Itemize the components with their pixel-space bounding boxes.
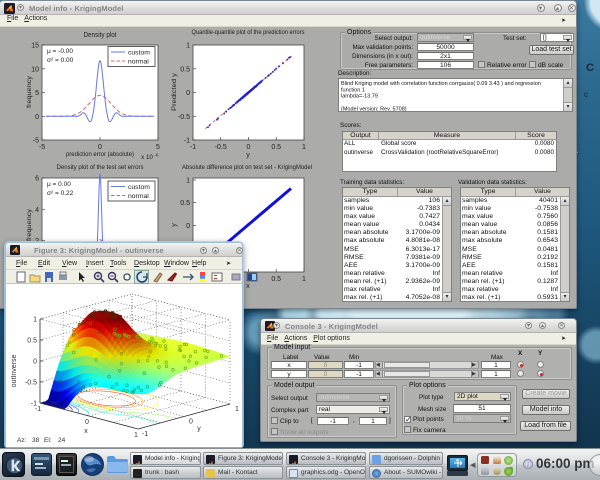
svg-text:24: 24: [58, 437, 66, 444]
svg-text:5: 5: [35, 90, 39, 97]
svg-text:-6: -6: [155, 153, 159, 158]
svg-text:y: y: [197, 426, 201, 433]
svg-text:1: 1: [302, 276, 306, 283]
svg-text:μ = -0.00: μ = -0.00: [47, 48, 73, 55]
svg-text:σ² = 0.00: σ² = 0.00: [47, 57, 74, 64]
svg-text:0: 0: [33, 359, 37, 366]
svg-text:-0.5: -0.5: [215, 144, 227, 151]
svg-text:1: 1: [134, 432, 138, 439]
svg-text:1: 1: [33, 317, 37, 324]
svg-text:Az:: Az:: [17, 437, 27, 444]
svg-text:1: 1: [302, 144, 306, 151]
svg-text:-1: -1: [142, 431, 148, 438]
svg-text:-0.5: -0.5: [178, 114, 190, 121]
svg-text:0.5: 0.5: [271, 144, 281, 151]
svg-text:custom: custom: [128, 184, 150, 191]
svg-text:1: 1: [186, 43, 190, 50]
svg-text:10: 10: [31, 66, 39, 73]
svg-text:0.5: 0.5: [271, 276, 281, 283]
svg-text:0.5: 0.5: [27, 338, 37, 345]
svg-text:outInverse: outInverse: [11, 355, 18, 388]
svg-text:15: 15: [31, 43, 39, 50]
svg-text:1: 1: [186, 178, 190, 185]
svg-text:Absolute difference plot on te: Absolute difference plot on test set - K…: [182, 164, 313, 171]
svg-text:-5: -5: [39, 144, 45, 151]
svg-text:Predicted y: Predicted y: [171, 72, 178, 111]
svg-text:x: x: [246, 283, 250, 290]
svg-text:0: 0: [98, 144, 102, 151]
svg-text:x: x: [84, 428, 88, 435]
svg-text:0: 0: [247, 144, 251, 151]
svg-text:-1: -1: [190, 144, 196, 151]
svg-text:0: 0: [35, 114, 39, 121]
svg-text:μ = 0.00: μ = 0.00: [47, 181, 71, 188]
svg-text:-1: -1: [35, 406, 41, 413]
svg-text:4: 4: [35, 207, 39, 214]
svg-text:-0.5: -0.5: [25, 380, 37, 387]
svg-text:0: 0: [186, 223, 190, 230]
svg-text:6: 6: [35, 176, 39, 183]
svg-text:frequency: frequency: [26, 208, 33, 241]
svg-text:0: 0: [186, 90, 190, 97]
svg-text:frequency: frequency: [26, 75, 33, 108]
svg-text:normal: normal: [128, 59, 149, 66]
svg-text:Density plot: Density plot: [84, 32, 117, 39]
svg-text:σ² = 0.22: σ² = 0.22: [47, 190, 74, 197]
svg-text:1: 1: [235, 406, 239, 413]
svg-text:normal: normal: [128, 193, 149, 200]
svg-text:0.5: 0.5: [180, 66, 190, 73]
svg-text:custom: custom: [128, 50, 150, 57]
svg-text:y: y: [246, 152, 250, 159]
svg-text:y: y: [171, 223, 178, 227]
svg-text:38: 38: [32, 437, 40, 444]
svg-text:El:: El:: [44, 437, 52, 444]
svg-text:0.5: 0.5: [180, 200, 190, 207]
svg-text:5: 5: [156, 144, 160, 151]
svg-text:x 10: x 10: [141, 154, 153, 161]
svg-text:Density plot of the test set e: Density plot of the test set errors: [57, 164, 145, 171]
svg-text:0: 0: [85, 419, 89, 426]
svg-text:Quantile-quantile plot of the: Quantile-quantile plot of the prediction…: [192, 29, 306, 36]
svg-text:0: 0: [189, 419, 193, 426]
svg-text:prediction error (absolute): prediction error (absolute): [66, 151, 134, 158]
